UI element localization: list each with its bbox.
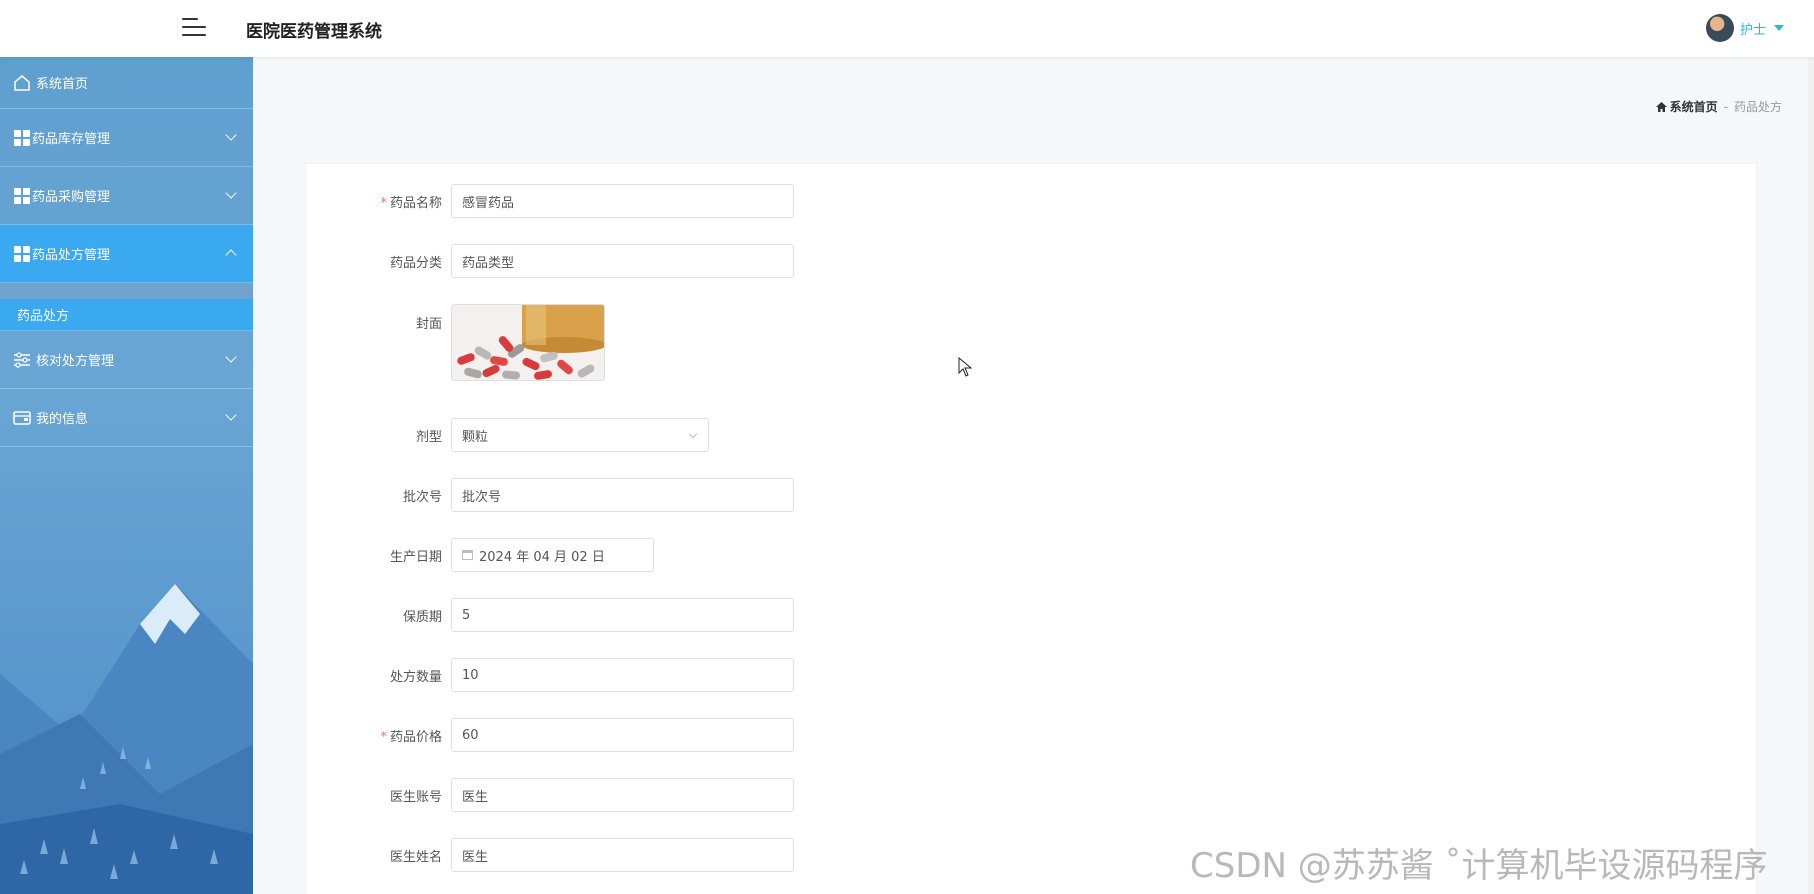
label-text: 药品价格 <box>389 729 442 745</box>
form-row-cover: 封面 <box>306 304 605 381</box>
form-row-dosage: 剂型 颗粒 <box>306 418 709 452</box>
medicine-capsules-image <box>452 305 604 380</box>
sidebar-item-home[interactable]: 系统首页 <box>0 57 253 109</box>
home-icon <box>1655 101 1667 112</box>
cover-image[interactable] <box>451 304 605 381</box>
grid-icon <box>14 245 30 262</box>
cover-label: 封面 <box>415 317 442 332</box>
doctor-account-label: 医生账号 <box>389 789 442 805</box>
home-icon <box>14 74 30 91</box>
batch-label: 批次号 <box>402 489 442 505</box>
price-input[interactable]: 60 <box>451 718 794 752</box>
doctor-name-label: 医生姓名 <box>389 849 442 865</box>
sidebar-item-purchase[interactable]: 药品采购管理 <box>0 167 253 225</box>
drug-category-label: 药品分类 <box>389 255 442 271</box>
chevron-down-icon <box>225 351 237 363</box>
sidebar-item-label: 药品库存管理 <box>32 132 111 147</box>
quantity-label: 处方数量 <box>389 669 442 685</box>
mountain-background <box>0 584 253 894</box>
watermark: CSDN @苏苏酱 ˚计算机毕设源码程序 <box>1190 846 1768 886</box>
form-row-name: * 药品名称 感冒药品 <box>306 184 794 218</box>
form-row-doc-name: 医生姓名 医生 <box>306 838 794 872</box>
sidebar-subitem-prescription[interactable]: 药品处方 <box>0 299 253 331</box>
form-row-doc-account: 医生账号 医生 <box>306 778 794 812</box>
user-menu[interactable]: 护士 <box>1705 14 1784 42</box>
label-text: 药品名称 <box>389 195 442 211</box>
sidebar-item-my-info[interactable]: 我的信息 <box>0 389 253 447</box>
form-row-category: 药品分类 药品类型 <box>306 244 794 278</box>
production-date-label: 生产日期 <box>389 549 442 565</box>
sidebar-item-label: 我的信息 <box>36 412 89 427</box>
form-panel: * 药品名称 感冒药品 药品分类 药品类型 封面 剂型 颗粒 批次号 批次号 生… <box>305 163 1757 894</box>
production-date-picker[interactable]: 2024 年 04 月 02 日 <box>451 538 654 572</box>
sidebar-item-prescription[interactable]: 药品处方管理 <box>0 225 253 283</box>
drug-category-input[interactable]: 药品类型 <box>451 244 794 278</box>
sidebar-item-label: 药品处方管理 <box>32 248 111 263</box>
batch-input[interactable]: 批次号 <box>451 478 794 512</box>
dosage-selected-value: 颗粒 <box>462 429 489 445</box>
grid-icon <box>14 129 30 146</box>
doctor-name-input[interactable]: 医生 <box>451 838 794 872</box>
top-header: 医院医药管理系统 护士 <box>0 0 1814 57</box>
drug-name-input[interactable]: 感冒药品 <box>451 184 794 218</box>
form-row-shelf: 保质期 5 <box>306 598 794 632</box>
price-label: * 药品价格 <box>306 726 451 745</box>
wallet-icon <box>13 410 31 425</box>
breadcrumb-current: 药品处方 <box>1733 100 1782 114</box>
required-mark: * <box>380 195 387 211</box>
sidebar-item-verify[interactable]: 核对处方管理 <box>0 331 253 389</box>
dosage-label: 剂型 <box>415 429 442 445</box>
form-row-date: 生产日期 2024 年 04 月 02 日 <box>306 538 654 572</box>
required-mark: * <box>380 729 387 745</box>
chevron-down-icon <box>225 409 237 421</box>
sidebar-item-label: 核对处方管理 <box>36 354 115 369</box>
form-row-batch: 批次号 批次号 <box>306 478 794 512</box>
caret-down-icon[interactable] <box>1774 25 1784 31</box>
sidebar: 系统首页 药品库存管理 药品采购管理 药品处方管理 药品处方 核对处方管理 我的… <box>0 57 253 894</box>
mouse-cursor-icon <box>958 357 972 377</box>
sidebar-item-label: 系统首页 <box>36 77 89 92</box>
dosage-select[interactable]: 颗粒 <box>451 418 709 452</box>
drug-name-label: * 药品名称 <box>306 192 451 211</box>
production-date-value: 2024 年 04 月 02 日 <box>479 549 605 565</box>
chevron-down-icon <box>688 429 698 439</box>
shelf-life-label: 保质期 <box>402 609 442 625</box>
menu-toggle-icon[interactable] <box>182 16 206 38</box>
doctor-account-input[interactable]: 医生 <box>451 778 794 812</box>
sidebar-item-inventory[interactable]: 药品库存管理 <box>0 109 253 167</box>
breadcrumb: 系统首页 - 药品处方 <box>1655 98 1782 115</box>
chevron-up-icon <box>225 249 237 261</box>
quantity-input[interactable]: 10 <box>451 658 794 692</box>
page-scrollbar[interactable] <box>1808 0 1814 894</box>
breadcrumb-separator: - <box>1723 99 1728 114</box>
calendar-icon <box>462 550 473 560</box>
sliders-icon <box>14 351 30 368</box>
shelf-life-input[interactable]: 5 <box>451 598 794 632</box>
chevron-down-icon <box>225 187 237 199</box>
sidebar-item-label: 药品采购管理 <box>32 190 111 205</box>
breadcrumb-home[interactable]: 系统首页 <box>1655 98 1718 115</box>
grid-icon <box>14 187 30 204</box>
user-name[interactable]: 护士 <box>1740 19 1766 38</box>
form-row-qty: 处方数量 10 <box>306 658 794 692</box>
app-title: 医院医药管理系统 <box>246 22 382 42</box>
form-row-price: * 药品价格 60 <box>306 718 794 752</box>
chevron-down-icon <box>225 129 237 141</box>
breadcrumb-home-label[interactable]: 系统首页 <box>1670 98 1718 115</box>
avatar[interactable] <box>1705 14 1734 42</box>
submenu-spacer <box>0 283 253 299</box>
